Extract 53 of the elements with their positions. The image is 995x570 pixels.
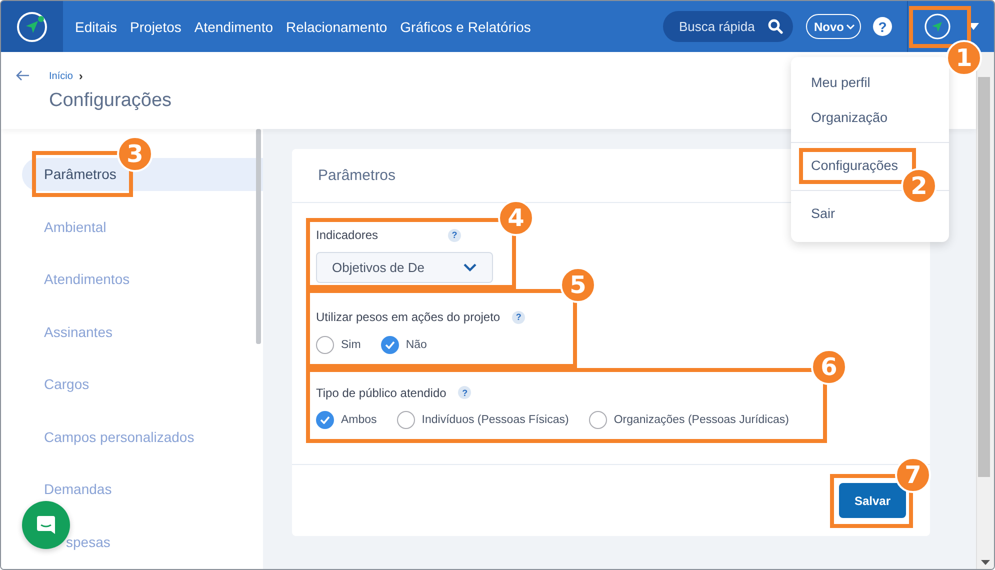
check-icon <box>384 340 395 348</box>
radio-option[interactable]: Indivíduos (Pessoas Físicas) <box>396 411 569 429</box>
field-label: Tipo de público atendido <box>316 386 446 400</box>
radio-option[interactable]: Não <box>380 336 427 354</box>
sidebar-item[interactable]: Cargos <box>44 368 90 401</box>
save-button[interactable]: Salvar <box>839 483 906 518</box>
search-field[interactable]: Busca rápida <box>663 11 793 42</box>
sidebar-item[interactable]: Campos personalizados <box>44 420 194 454</box>
radio-button[interactable] <box>396 411 415 429</box>
check-icon <box>320 416 330 424</box>
menu-item[interactable]: Organização <box>811 108 888 128</box>
nav-link[interactable]: Atendimento <box>194 18 273 34</box>
sidebar-item[interactable]: Assinantes <box>44 316 112 348</box>
help-icon[interactable]: ? <box>448 228 462 242</box>
field-label: Utilizar pesos em ações do projeto <box>316 310 500 324</box>
field-label: Indicadores <box>316 228 378 242</box>
sidebar-item[interactable]: Ambiental <box>44 210 106 244</box>
scroll-down-icon[interactable] <box>981 560 990 565</box>
new-button[interactable]: Novo <box>806 14 861 39</box>
nav-link[interactable]: Editais <box>75 18 118 34</box>
help-button[interactable]: ? <box>873 17 892 36</box>
logo-block[interactable] <box>1 1 63 52</box>
radio-button[interactable] <box>316 411 334 429</box>
help-icon[interactable]: ? <box>512 310 526 324</box>
nav-link[interactable]: Projetos <box>130 18 182 34</box>
menu-item[interactable]: Sair <box>811 204 836 224</box>
card-title: Parâmetros <box>318 167 396 184</box>
nav-link[interactable]: Gráficos e Relatórios <box>400 18 531 34</box>
radio-button[interactable] <box>588 411 607 429</box>
chevron-down-icon <box>463 263 477 272</box>
breadcrumb-separator: › <box>78 69 83 83</box>
radio-button[interactable] <box>316 336 334 354</box>
search-icon <box>768 19 783 34</box>
radio-option[interactable]: Organizações (Pessoas Jurídicas) <box>588 411 789 429</box>
breadcrumb-link[interactable]: Início <box>49 70 73 82</box>
page-title: Configurações <box>49 90 172 112</box>
radio-option[interactable]: Sim <box>316 336 361 354</box>
menu-item[interactable]: Configurações <box>811 156 898 176</box>
nav-link[interactable]: Relacionamento <box>286 18 388 34</box>
search-input[interactable]: Busca rápida <box>677 18 768 35</box>
sidebar-item[interactable]: spesas <box>66 526 110 558</box>
avatar-icon[interactable] <box>924 13 950 40</box>
chevron-down-icon <box>846 24 855 30</box>
menu-item[interactable]: Meu perfil <box>811 73 870 93</box>
help-icon[interactable]: ? <box>458 386 472 399</box>
radio-option[interactable]: Ambos <box>316 411 377 429</box>
radio-button[interactable] <box>380 336 399 354</box>
sidebar-item[interactable]: Atendimentos <box>44 263 130 296</box>
indicator-dropdown[interactable]: Objetivos de De <box>316 252 493 283</box>
back-arrow-icon[interactable] <box>16 70 30 81</box>
sidebar-item[interactable]: Demandas <box>44 473 112 506</box>
logo-icon <box>16 10 48 42</box>
chat-bubble-icon <box>35 514 57 536</box>
